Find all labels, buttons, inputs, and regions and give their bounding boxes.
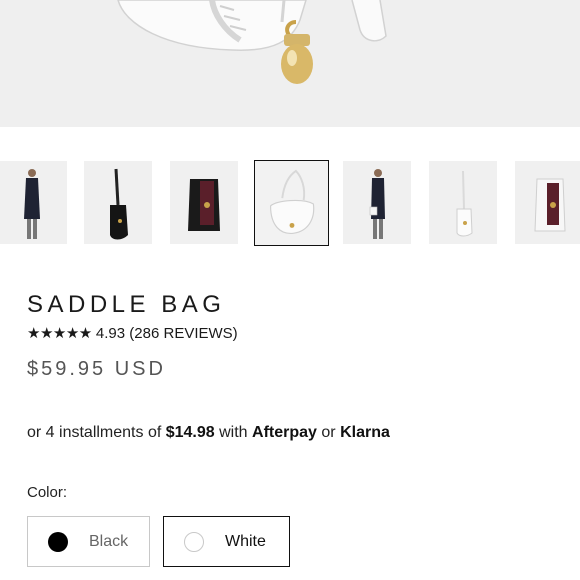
product-hero-image[interactable] (0, 0, 580, 127)
rating-value: 4.93 (95, 325, 126, 342)
thumbnail-2[interactable] (84, 161, 152, 244)
product-price: $59.95 USD (27, 358, 166, 380)
model-dark-coat-icon (369, 169, 385, 239)
thumbnail-5[interactable] (343, 161, 411, 244)
thumbnail-6[interactable] (429, 161, 497, 244)
thumbnail-3[interactable] (170, 161, 238, 244)
color-option-black[interactable]: Black (27, 516, 150, 567)
klarna-link[interactable]: Klarna (340, 424, 390, 441)
review-count: (286 REVIEWS) (129, 325, 238, 342)
black-bag-strap-icon (110, 168, 128, 240)
color-option-label: Black (89, 532, 129, 550)
thumbnail-7[interactable] (515, 161, 580, 244)
installments-with: with (219, 424, 248, 441)
color-option-white[interactable]: White (163, 516, 290, 567)
rating-summary[interactable]: ★★★★★ 4.93 (286 REVIEWS) (27, 324, 238, 344)
black-bag-open-icon (188, 179, 220, 231)
thumbnail-gallery (0, 160, 580, 246)
product-title: SADDLE BAG (27, 291, 226, 318)
installment-amount: $14.98 (165, 424, 215, 441)
thumbnail-4[interactable] (254, 160, 329, 246)
color-option-label: White (225, 532, 266, 550)
installments-or: or (321, 424, 336, 441)
white-bag-icon (269, 169, 315, 234)
black-swatch-icon (48, 531, 68, 552)
thumbnail-1[interactable] (0, 161, 67, 244)
installments-info: or 4 installments of $14.98 with Afterpa… (27, 422, 390, 444)
white-swatch-icon (184, 531, 204, 552)
white-bag-open-icon (534, 178, 566, 232)
afterpay-link[interactable]: Afterpay (252, 424, 317, 441)
model-dark-coat-icon (24, 169, 40, 239)
white-saddle-bag-icon (117, 0, 387, 84)
white-bag-strap-icon (456, 170, 473, 237)
installments-prefix: or 4 installments of (27, 424, 162, 441)
star-rating-icon: ★★★★★ (27, 325, 92, 342)
color-label: Color: (27, 484, 68, 501)
